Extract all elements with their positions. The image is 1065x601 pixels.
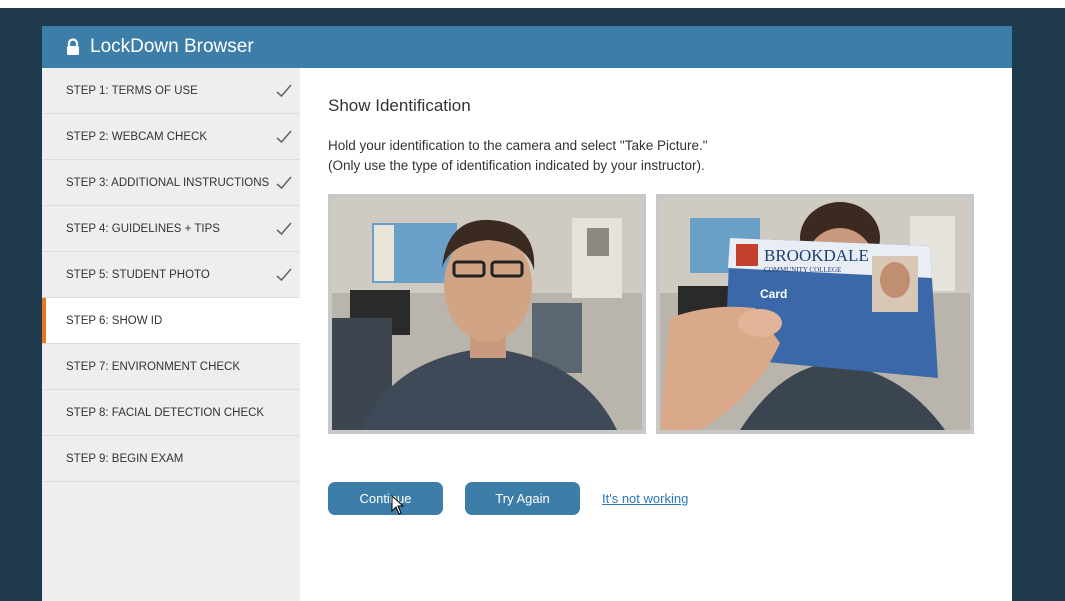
photo-row: BROOKDALE COMMUNITY COLLEGE Card [328,194,1012,434]
not-working-link[interactable]: It's not working [602,491,688,506]
main-content: Show Identification Hold your identifica… [300,68,1012,601]
step-label: STEP 5: STUDENT PHOTO [66,268,210,281]
action-buttons: Continue Try Again It's not working [328,482,688,515]
step-label: STEP 2: WEBCAM CHECK [66,130,208,143]
try-again-button[interactable]: Try Again [465,482,580,515]
id-school-subtitle: COMMUNITY COLLEGE [764,266,841,274]
sidebar-step-2[interactable]: STEP 2: WEBCAM CHECK [42,114,300,160]
checkmark-icon [276,83,292,97]
title-bar: LockDown Browser [42,26,1012,68]
checkmark-icon [276,267,292,281]
sidebar-step-1[interactable]: STEP 1: TERMS OF USE [42,68,300,114]
sidebar-step-6[interactable]: STEP 6: SHOW ID [42,298,300,344]
webcam-photo-face [328,194,646,434]
mouse-cursor-icon [391,495,405,515]
step-label: STEP 8: FACIAL DETECTION CHECK [66,406,265,419]
steps-sidebar: STEP 1: TERMS OF USE STEP 2: WEBCAM CHEC… [42,68,300,601]
instruction-line-1: Hold your identification to the camera a… [328,138,708,153]
id-card-label: Card [760,287,787,301]
checkmark-icon [276,129,292,143]
continue-button[interactable]: Continue [328,482,443,515]
step-label: STEP 3: ADDITIONAL INSTRUCTIONS [66,176,270,189]
sidebar-step-4[interactable]: STEP 4: GUIDELINES + TIPS [42,206,300,252]
instructions: Hold your identification to the camera a… [328,136,1012,176]
webcam-photo-id: BROOKDALE COMMUNITY COLLEGE Card [656,194,974,434]
sidebar-step-9[interactable]: STEP 9: BEGIN EXAM [42,436,300,482]
instruction-line-2: (Only use the type of identification ind… [328,158,705,173]
sidebar-step-5[interactable]: STEP 5: STUDENT PHOTO [42,252,300,298]
step-label: STEP 1: TERMS OF USE [66,84,198,97]
top-strip [0,0,1065,8]
checkmark-icon [276,175,292,189]
step-label: STEP 6: SHOW ID [66,314,163,327]
sidebar-step-3[interactable]: STEP 3: ADDITIONAL INSTRUCTIONS [42,160,300,206]
checkmark-icon [276,221,292,235]
step-label: STEP 7: ENVIRONMENT CHECK [66,360,241,373]
app-title: LockDown Browser [90,36,254,57]
sidebar-step-8[interactable]: STEP 8: FACIAL DETECTION CHECK [42,390,300,436]
lockdown-window: LockDown Browser STEP 1: TERMS OF USE ST… [42,26,1012,601]
step-label: STEP 4: GUIDELINES + TIPS [66,222,220,235]
sidebar-step-7[interactable]: STEP 7: ENVIRONMENT CHECK [42,344,300,390]
step-label: STEP 9: BEGIN EXAM [66,452,184,465]
id-school-name: BROOKDALE [764,246,869,265]
page-title: Show Identification [328,96,471,115]
lock-icon [67,38,79,55]
